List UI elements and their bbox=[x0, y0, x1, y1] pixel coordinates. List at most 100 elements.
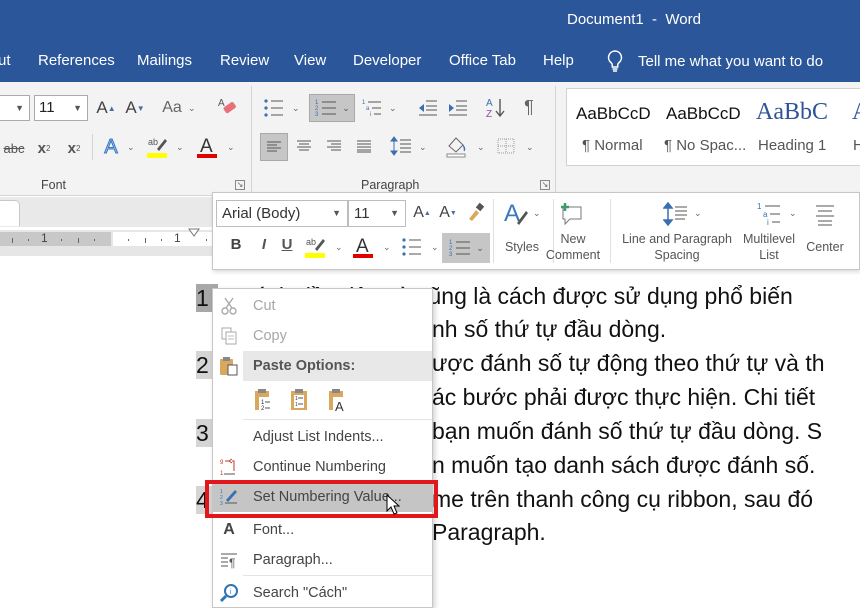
document-text-line[interactable]: ác bước phải được thực hiện. Chi tiết bbox=[432, 384, 815, 411]
grow-font-icon[interactable]: A ▲ bbox=[413, 203, 431, 223]
tell-me-search[interactable]: Tell me what you want to do bbox=[606, 50, 823, 72]
window-title: Document1 - Word bbox=[567, 11, 701, 28]
text-effects-icon[interactable]: A bbox=[101, 135, 121, 158]
multilevel-list-label[interactable]: Multilevel List bbox=[738, 231, 800, 263]
strikethrough-icon[interactable]: abc bbox=[2, 138, 26, 158]
menu-item-search[interactable]: i Search "Cách" bbox=[213, 578, 432, 608]
menu-item-continue-numbering[interactable]: 91 Continue Numbering bbox=[213, 452, 432, 482]
shrink-font-icon[interactable]: A ▼ bbox=[125, 97, 144, 119]
subscript-icon[interactable]: x2 bbox=[34, 138, 54, 158]
text-highlight-icon[interactable]: ab bbox=[147, 135, 169, 159]
document-tab[interactable] bbox=[0, 200, 20, 226]
paste-options-label: Paste Options: bbox=[243, 351, 432, 381]
chevron-down-icon[interactable]: ⌄ bbox=[789, 208, 797, 219]
chevron-down-icon[interactable]: ⌄ bbox=[227, 142, 235, 153]
paste-keep-text-only-icon[interactable]: A bbox=[327, 387, 349, 413]
search-icon: i bbox=[219, 583, 239, 603]
italic-icon[interactable]: I bbox=[257, 235, 271, 253]
indent-marker-icon[interactable] bbox=[188, 228, 200, 238]
tab-review[interactable]: Review bbox=[220, 52, 269, 69]
align-right-icon[interactable] bbox=[325, 138, 343, 154]
ruler-tick bbox=[94, 239, 95, 241]
svg-text:3: 3 bbox=[449, 252, 453, 258]
paste-merge-list-icon[interactable]: 11 bbox=[289, 387, 311, 413]
numbering-button[interactable]: 123 ⌄ bbox=[309, 94, 355, 122]
tab-help[interactable]: Help bbox=[543, 52, 574, 69]
numbering-button[interactable]: 123 ⌄ bbox=[442, 233, 490, 263]
shading-icon[interactable] bbox=[445, 134, 469, 158]
change-case-icon[interactable]: Aa bbox=[161, 97, 183, 119]
mini-font-size-combo[interactable]: 11 ▼ bbox=[348, 200, 406, 227]
tab-developer[interactable]: Developer bbox=[353, 52, 421, 69]
new-comment-icon[interactable] bbox=[559, 201, 585, 227]
underline-icon[interactable]: U bbox=[280, 235, 294, 253]
chevron-down-icon[interactable]: ⌄ bbox=[389, 103, 397, 114]
center-align-icon[interactable] bbox=[813, 203, 837, 227]
bullets-icon[interactable] bbox=[263, 97, 285, 119]
font-name-combo[interactable]: ▼ bbox=[0, 95, 30, 121]
bold-icon[interactable]: B bbox=[229, 235, 243, 253]
tab-office-tab[interactable]: Office Tab bbox=[449, 52, 516, 69]
multilevel-list-icon[interactable]: 1ai bbox=[361, 97, 383, 119]
chevron-down-icon[interactable]: ⌄ bbox=[477, 142, 485, 153]
multilevel-list-icon[interactable]: 1ai bbox=[756, 201, 782, 227]
document-text-line[interactable]: Paragraph. bbox=[432, 519, 546, 546]
tab-layout[interactable]: ut bbox=[0, 52, 11, 69]
menu-item-adjust-list-indents[interactable]: Adjust List Indents... bbox=[213, 422, 432, 452]
borders-icon[interactable] bbox=[496, 137, 516, 155]
ruler-tick bbox=[161, 239, 162, 241]
paste-keep-source-formatting-icon[interactable]: 12 bbox=[253, 387, 275, 413]
chevron-down-icon[interactable]: ⌄ bbox=[176, 142, 184, 153]
document-text-line[interactable]: me trên thanh công cụ ribbon, sau đó bbox=[432, 486, 813, 513]
sort-icon[interactable]: AZ bbox=[484, 96, 506, 120]
styles-icon[interactable]: A bbox=[503, 199, 529, 227]
bullets-icon[interactable] bbox=[401, 237, 423, 257]
document-text-line[interactable]: bạn muốn đánh số thứ tự đầu dòng. S bbox=[432, 418, 822, 445]
new-comment-label[interactable]: New Comment bbox=[543, 231, 603, 263]
text-highlight-icon[interactable]: ab bbox=[305, 235, 327, 259]
menu-item-font[interactable]: A Font... bbox=[213, 515, 432, 545]
paragraph-dialog-launcher[interactable]: ↘ bbox=[540, 180, 550, 190]
svg-text:3: 3 bbox=[315, 112, 319, 118]
superscript-icon[interactable]: x2 bbox=[64, 138, 84, 158]
font-color-icon[interactable]: A bbox=[353, 235, 375, 259]
line-spacing-icon[interactable] bbox=[663, 201, 689, 227]
menu-item-cut[interactable]: Cut bbox=[213, 291, 432, 321]
menu-item-copy[interactable]: Copy bbox=[213, 321, 432, 351]
show-marks-icon[interactable]: ¶ bbox=[520, 96, 538, 118]
chevron-down-icon[interactable]: ⌄ bbox=[431, 242, 439, 253]
line-spacing-icon[interactable] bbox=[390, 135, 412, 157]
format-painter-icon[interactable] bbox=[465, 201, 487, 223]
tab-references[interactable]: References bbox=[38, 52, 115, 69]
center-label[interactable]: Center bbox=[801, 239, 849, 255]
line-paragraph-spacing-label[interactable]: Line and Paragraph Spacing bbox=[616, 231, 738, 263]
tab-mailings[interactable]: Mailings bbox=[137, 52, 192, 69]
chevron-down-icon[interactable]: ⌄ bbox=[292, 103, 300, 114]
chevron-down-icon[interactable]: ⌄ bbox=[533, 208, 541, 219]
chevron-down-icon[interactable]: ⌄ bbox=[526, 142, 534, 153]
mini-font-name-combo[interactable]: Arial (Body) ▼ bbox=[216, 200, 348, 227]
clear-formatting-icon[interactable]: A bbox=[216, 96, 238, 118]
chevron-down-icon[interactable]: ⌄ bbox=[694, 208, 702, 219]
shrink-font-icon[interactable]: A ▼ bbox=[439, 203, 457, 223]
decrease-indent-icon[interactable] bbox=[416, 98, 438, 118]
chevron-down-icon[interactable]: ⌄ bbox=[188, 103, 196, 114]
document-text-line[interactable]: nh số thứ tự đầu dòng. bbox=[432, 316, 666, 343]
chevron-down-icon[interactable]: ⌄ bbox=[127, 142, 135, 153]
font-color-icon[interactable]: A bbox=[197, 135, 219, 159]
document-text-line[interactable]: ược đánh số tự động theo thứ tự và th bbox=[432, 350, 825, 377]
increase-indent-icon[interactable] bbox=[446, 98, 468, 118]
font-size-combo[interactable]: 11 ▼ bbox=[34, 95, 88, 121]
tab-view[interactable]: View bbox=[294, 52, 326, 69]
align-center-icon[interactable] bbox=[295, 138, 313, 154]
menu-item-paragraph[interactable]: ¶ Paragraph... bbox=[213, 545, 432, 575]
chevron-down-icon[interactable]: ⌄ bbox=[383, 242, 391, 253]
styles-label[interactable]: Styles bbox=[497, 239, 547, 255]
align-left-button[interactable] bbox=[260, 133, 288, 161]
justify-icon[interactable] bbox=[355, 138, 373, 154]
font-dialog-launcher[interactable]: ↘ bbox=[235, 180, 245, 190]
chevron-down-icon[interactable]: ⌄ bbox=[335, 242, 343, 253]
chevron-down-icon[interactable]: ⌄ bbox=[419, 142, 427, 153]
document-text-line[interactable]: n muốn tạo danh sách được đánh số. bbox=[432, 452, 815, 479]
grow-font-icon[interactable]: A ▲ bbox=[96, 97, 115, 119]
